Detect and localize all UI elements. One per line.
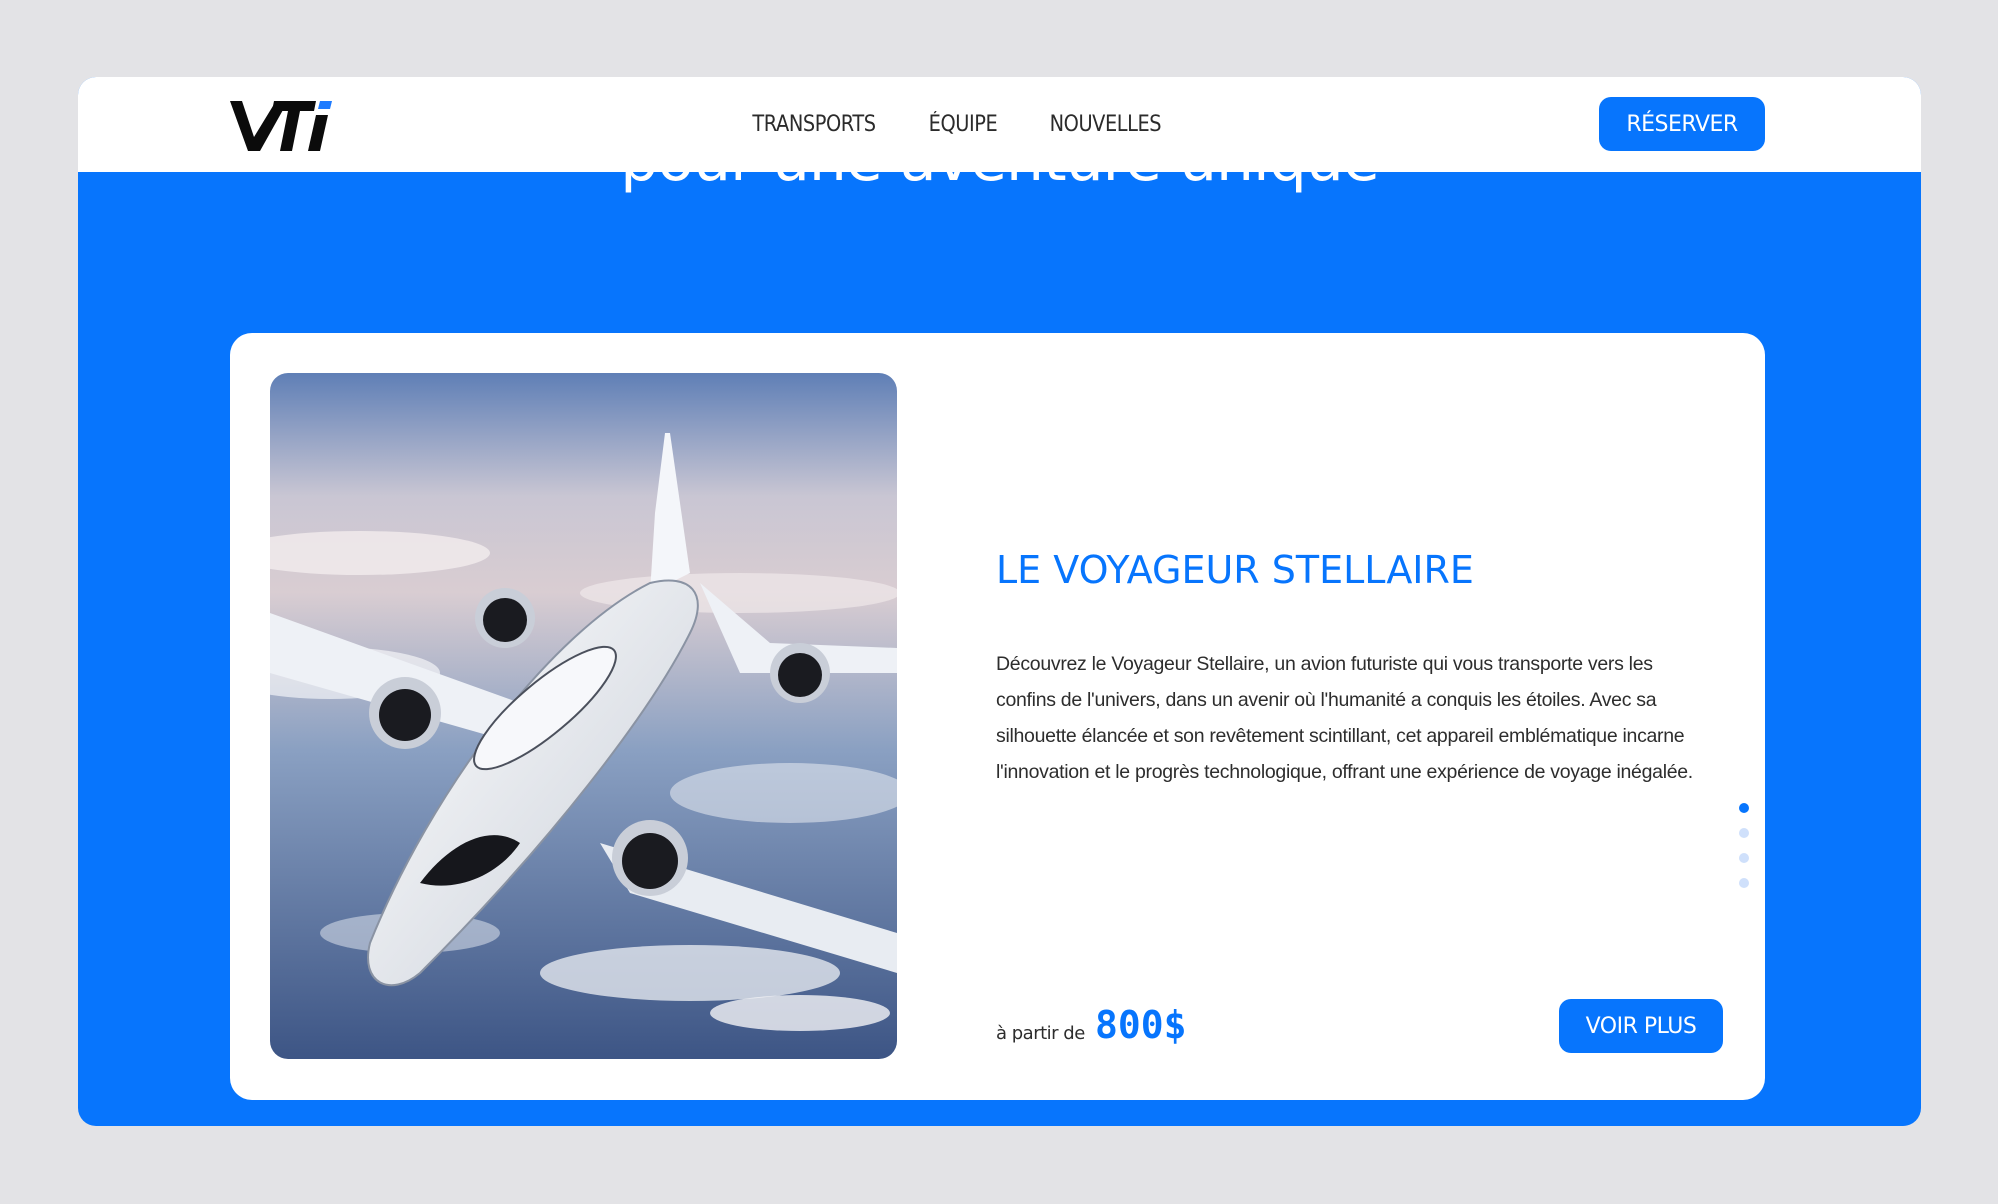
carousel-dot-1[interactable] <box>1739 803 1749 813</box>
carousel-pagination <box>1738 803 1750 888</box>
price-prefix: à partir de <box>996 1023 1085 1044</box>
navbar: TRANSPORTS ÉQUIPE NOUVELLES RÉSERVER <box>78 77 1921 172</box>
page-frame: TRANSPORTS ÉQUIPE NOUVELLES RÉSERVER pou… <box>78 77 1921 1126</box>
reserve-button[interactable]: RÉSERVER <box>1599 97 1765 151</box>
product-card: LE VOYAGEUR STELLAIRE Découvrez le Voyag… <box>230 333 1765 1100</box>
price-value: 800$ <box>1095 1003 1187 1047</box>
nav-link-nouvelles[interactable]: NOUVELLES <box>1050 112 1162 137</box>
airplane-image <box>270 373 897 1059</box>
carousel-dot-4[interactable] <box>1739 878 1749 888</box>
nav-link-equipe[interactable]: ÉQUIPE <box>929 112 998 137</box>
card-title: LE VOYAGEUR STELLAIRE <box>996 548 1474 592</box>
carousel-dot-2[interactable] <box>1739 828 1749 838</box>
card-description: Découvrez le Voyageur Stellaire, un avio… <box>996 653 1693 783</box>
see-more-button[interactable]: VOIR PLUS <box>1559 999 1723 1053</box>
nav-link-transports[interactable]: TRANSPORTS <box>753 112 877 137</box>
airplane-photo-icon <box>270 373 897 1059</box>
carousel-dot-3[interactable] <box>1739 853 1749 863</box>
